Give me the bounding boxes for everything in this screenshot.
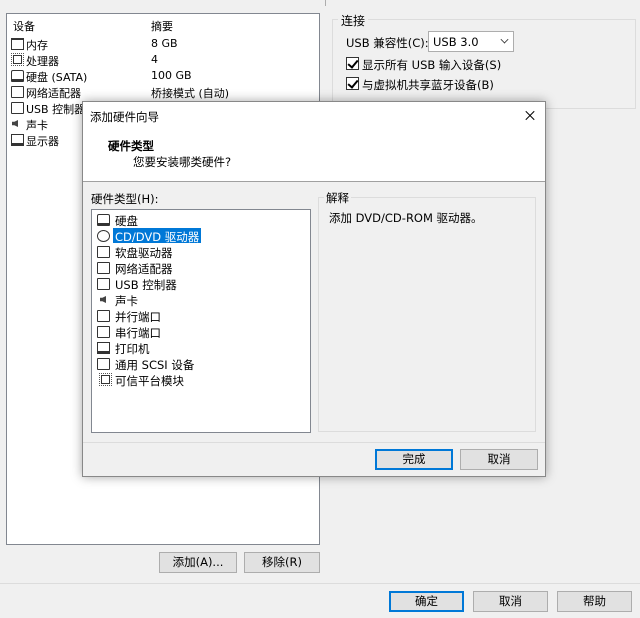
list-item-floppy[interactable]: 软盘驱动器 — [95, 244, 305, 260]
list-item-label: 可信平台模块 — [115, 374, 184, 388]
finish-button[interactable]: 完成 — [375, 449, 453, 470]
memory-icon — [11, 38, 24, 50]
device-summary: 桥接模式 (自动) — [151, 87, 230, 100]
ok-button[interactable]: 确定 — [389, 591, 464, 612]
explanation-text: 添加 DVD/CD-ROM 驱动器。 — [329, 211, 483, 225]
list-item-label: 软盘驱动器 — [115, 246, 173, 260]
list-item-label: 并行端口 — [115, 310, 161, 324]
list-item-printer[interactable]: 打印机 — [95, 340, 305, 356]
device-name: 处理器 — [26, 55, 59, 68]
connection-group-title: 连接 — [338, 12, 369, 29]
top-strip — [0, 0, 640, 6]
device-name: 声卡 — [26, 119, 48, 132]
share-bluetooth-label[interactable]: 与虚拟机共享蓝牙设备(B) — [362, 77, 494, 93]
remove-hardware-button[interactable]: 移除(R) — [244, 552, 320, 573]
list-item-label: 打印机 — [115, 342, 150, 356]
tpm-icon — [99, 373, 112, 386]
add-hardware-button[interactable]: 添加(A)... — [159, 552, 237, 573]
list-item-sound-card[interactable]: 声卡 — [95, 292, 305, 308]
list-item-hard-disk[interactable]: 硬盘 — [95, 212, 305, 228]
device-row-hard-disk[interactable]: 硬盘 (SATA) 100 GB — [7, 68, 319, 84]
device-summary: 4 — [151, 53, 158, 66]
hard-disk-icon — [97, 214, 110, 226]
explanation-area — [319, 204, 535, 431]
sound-card-icon — [12, 120, 18, 127]
device-name: 内存 — [26, 39, 48, 52]
list-item-network-adapter[interactable]: 网络适配器 — [95, 260, 305, 276]
dialog-subheading: 您要安装哪类硬件? — [133, 155, 232, 169]
show-all-usb-checkbox[interactable] — [346, 57, 359, 70]
device-name: 显示器 — [26, 135, 59, 148]
device-list-header: 设备 摘要 — [7, 16, 319, 34]
chevron-down-icon — [500, 35, 509, 44]
dialog-heading: 硬件类型 — [108, 139, 154, 153]
footer-divider — [0, 583, 640, 584]
close-icon[interactable] — [515, 102, 545, 130]
device-summary: 8 GB — [151, 37, 178, 50]
cpu-icon — [11, 53, 24, 66]
scsi-device-icon — [97, 358, 110, 370]
list-item-label: 硬盘 — [115, 214, 138, 228]
cancel-button[interactable]: 取消 — [473, 591, 548, 612]
usb-compat-select[interactable]: USB 3.0 — [428, 31, 514, 52]
dialog-titlebar[interactable]: 添加硬件向导 — [83, 102, 545, 130]
usb-controller-icon — [97, 278, 110, 290]
list-item-label: 声卡 — [115, 294, 138, 308]
list-item-parallel-port[interactable]: 并行端口 — [95, 308, 305, 324]
device-row-network[interactable]: 网络适配器 桥接模式 (自动) — [7, 84, 319, 100]
printer-icon — [97, 342, 110, 354]
device-row-memory[interactable]: 内存 8 GB — [7, 36, 319, 52]
display-icon — [11, 134, 24, 146]
dialog-footer-divider — [83, 442, 545, 443]
list-item-usb-controller[interactable]: USB 控制器 — [95, 276, 305, 292]
list-item-label: USB 控制器 — [115, 278, 177, 292]
list-item-cd-dvd[interactable]: CD/DVD 驱动器 — [95, 228, 305, 244]
list-item-label: CD/DVD 驱动器 — [113, 228, 202, 244]
device-name: 网络适配器 — [26, 87, 81, 100]
device-name: USB 控制器 — [26, 103, 86, 116]
add-hardware-wizard-dialog: 添加硬件向导 硬件类型 您要安装哪类硬件? 硬件类型(H): 硬盘 CD/DVD… — [82, 101, 546, 477]
explanation-title: 解释 — [324, 190, 351, 206]
usb-compat-label: USB 兼容性(C): — [346, 36, 429, 50]
cd-dvd-icon — [97, 230, 110, 242]
device-summary: 100 GB — [151, 69, 192, 82]
usb-controller-icon — [11, 102, 24, 114]
network-adapter-icon — [11, 86, 24, 98]
dialog-title: 添加硬件向导 — [90, 110, 159, 124]
help-button[interactable]: 帮助 — [557, 591, 632, 612]
network-adapter-icon — [97, 262, 110, 274]
show-all-usb-label[interactable]: 显示所有 USB 输入设备(S) — [362, 57, 501, 73]
device-row-cpu[interactable]: 处理器 4 — [7, 52, 319, 68]
list-item-label: 通用 SCSI 设备 — [115, 358, 195, 372]
list-item-scsi-device[interactable]: 通用 SCSI 设备 — [95, 356, 305, 372]
column-header-summary[interactable]: 摘要 — [151, 18, 173, 34]
dialog-header: 硬件类型 您要安装哪类硬件? — [83, 130, 545, 182]
list-item-tpm[interactable]: 可信平台模块 — [95, 372, 305, 388]
list-item-label: 串行端口 — [115, 326, 161, 340]
list-item-serial-port[interactable]: 串行端口 — [95, 324, 305, 340]
parallel-port-icon — [97, 310, 110, 322]
floppy-icon — [97, 246, 110, 258]
list-item-label: 网络适配器 — [115, 262, 173, 276]
column-header-device[interactable]: 设备 — [13, 18, 35, 34]
hardware-type-list[interactable]: 硬盘 CD/DVD 驱动器 软盘驱动器 网络适配器 USB 控制器 声卡 并行端… — [91, 209, 311, 433]
device-name: 硬盘 (SATA) — [26, 71, 88, 84]
hard-disk-icon — [11, 70, 24, 82]
wizard-cancel-button[interactable]: 取消 — [460, 449, 538, 470]
sound-card-icon — [100, 296, 106, 303]
serial-port-icon — [97, 326, 110, 338]
usb-compat-value: USB 3.0 — [433, 35, 479, 49]
hardware-type-label: 硬件类型(H): — [91, 192, 159, 206]
share-bluetooth-checkbox[interactable] — [346, 77, 359, 90]
